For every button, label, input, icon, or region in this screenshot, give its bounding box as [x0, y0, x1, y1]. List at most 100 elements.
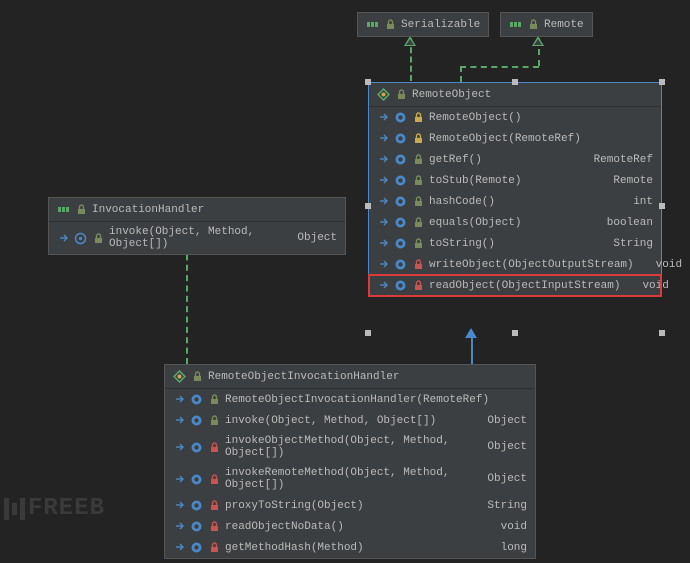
- method-icon: [190, 441, 203, 454]
- member-sig: invoke(Object, Method, Object[]): [225, 415, 436, 427]
- member-sig: invoke(Object, Method, Object[]): [109, 226, 275, 250]
- member-row[interactable]: RemoteObject(): [369, 107, 661, 128]
- member-row[interactable]: writeObject(ObjectOutputStream)void: [369, 254, 661, 275]
- member-row[interactable]: equals(Object)boolean: [369, 212, 661, 233]
- member-row[interactable]: readObject(ObjectInputStream)void: [369, 275, 661, 296]
- override-icon: [57, 232, 70, 245]
- member-row[interactable]: invoke(Object, Method, Object[]) Object: [49, 222, 345, 254]
- member-ret: void: [624, 280, 668, 292]
- lock-icon: [395, 88, 408, 101]
- member-row[interactable]: invokeObjectMethod(Object, Method, Objec…: [165, 431, 535, 463]
- method-icon: [394, 279, 407, 292]
- member-row[interactable]: toStub(Remote)Remote: [369, 170, 661, 191]
- method-icon: [190, 414, 203, 427]
- class-remoteobjectinvocationhandler[interactable]: RemoteObjectInvocationHandler RemoteObje…: [164, 364, 536, 559]
- interface-name: InvocationHandler: [92, 204, 204, 216]
- member-row[interactable]: toString() String: [369, 233, 661, 254]
- override-icon: [173, 499, 186, 512]
- member-ret: String: [469, 500, 527, 512]
- member-sig: hashCode(): [429, 196, 495, 208]
- lock-icon: [208, 541, 221, 554]
- member-sig: writeObject(ObjectOutputStream): [429, 259, 634, 271]
- override-icon: [377, 153, 390, 166]
- interface-name: Serializable: [401, 19, 480, 31]
- member-sig: proxyToString(Object): [225, 500, 364, 512]
- method-icon: [190, 520, 203, 533]
- watermark: FREEB: [4, 495, 105, 522]
- member-ret: RemoteRef: [576, 154, 653, 166]
- member-row[interactable]: getMethodHash(Method)long: [165, 537, 535, 558]
- override-icon: [377, 111, 390, 124]
- lock-icon: [384, 18, 397, 31]
- override-icon: [173, 541, 186, 554]
- member-ret: String: [595, 238, 653, 250]
- member-row[interactable]: readObjectNoData()void: [165, 516, 535, 537]
- lock-icon: [208, 499, 221, 512]
- member-sig: readObject(ObjectInputStream): [429, 280, 620, 292]
- lock-icon: [191, 370, 204, 383]
- member-ret: Object: [469, 415, 527, 427]
- override-icon: [377, 216, 390, 229]
- method-icon: [394, 258, 407, 271]
- override-icon: [377, 279, 390, 292]
- member-sig: invokeObjectMethod(Object, Method, Objec…: [225, 435, 465, 459]
- interface-serializable[interactable]: Serializable: [357, 12, 489, 37]
- lock-icon: [527, 18, 540, 31]
- member-row[interactable]: proxyToString(Object) String: [165, 495, 535, 516]
- member-ret: long: [483, 542, 527, 554]
- class-icon: [173, 370, 186, 383]
- lock-icon: [208, 520, 221, 533]
- override-icon: [377, 132, 390, 145]
- member-sig: getRef(): [429, 154, 482, 166]
- lock-icon: [412, 132, 425, 145]
- method-icon: [394, 174, 407, 187]
- override-icon: [173, 393, 186, 406]
- lock-icon: [412, 258, 425, 271]
- method-icon: [190, 473, 203, 486]
- method-icon: [394, 195, 407, 208]
- method-icon: [190, 541, 203, 554]
- member-ret: Object: [279, 232, 337, 244]
- class-name: RemoteObjectInvocationHandler: [208, 371, 399, 383]
- method-icon: [190, 393, 203, 406]
- lock-icon: [412, 237, 425, 250]
- override-icon: [173, 520, 186, 533]
- member-sig: readObjectNoData(): [225, 521, 344, 533]
- member-row[interactable]: RemoteObjectInvocationHandler(RemoteRef): [165, 389, 535, 410]
- member-row[interactable]: hashCode() int: [369, 191, 661, 212]
- member-sig: RemoteObject(RemoteRef): [429, 133, 581, 145]
- member-row[interactable]: getRef() RemoteRef: [369, 149, 661, 170]
- interface-invocationhandler[interactable]: InvocationHandler invoke(Object, Method,…: [48, 197, 346, 255]
- member-sig: toStub(Remote): [429, 175, 521, 187]
- interface-remote[interactable]: Remote: [500, 12, 593, 37]
- member-ret: Object: [469, 441, 527, 453]
- method-icon: [394, 132, 407, 145]
- member-row[interactable]: invoke(Object, Method, Object[]) Object: [165, 410, 535, 431]
- lock-icon: [412, 195, 425, 208]
- override-icon: [377, 237, 390, 250]
- override-icon: [377, 258, 390, 271]
- member-sig: RemoteObjectInvocationHandler(RemoteRef): [225, 394, 489, 406]
- lock-icon: [412, 174, 425, 187]
- method-icon: [394, 111, 407, 124]
- lock-icon: [208, 441, 221, 454]
- method-icon: [394, 216, 407, 229]
- member-ret: int: [615, 196, 653, 208]
- lock-icon: [208, 393, 221, 406]
- lock-icon: [412, 153, 425, 166]
- method-icon: [74, 232, 87, 245]
- member-sig: RemoteObject(): [429, 112, 521, 124]
- class-remoteobject[interactable]: RemoteObject RemoteObject() RemoteObject(…: [368, 82, 662, 297]
- member-row[interactable]: invokeRemoteMethod(Object, Method, Objec…: [165, 463, 535, 495]
- override-icon: [173, 473, 186, 486]
- member-sig: equals(Object): [429, 217, 521, 229]
- interface-icon: [509, 18, 522, 31]
- lock-icon: [412, 216, 425, 229]
- member-sig: invokeRemoteMethod(Object, Method, Objec…: [225, 467, 465, 491]
- lock-icon: [92, 232, 105, 245]
- interface-icon: [57, 203, 70, 216]
- member-row[interactable]: RemoteObject(RemoteRef): [369, 128, 661, 149]
- class-name: RemoteObject: [412, 89, 491, 101]
- member-sig: toString(): [429, 238, 495, 250]
- lock-icon: [412, 279, 425, 292]
